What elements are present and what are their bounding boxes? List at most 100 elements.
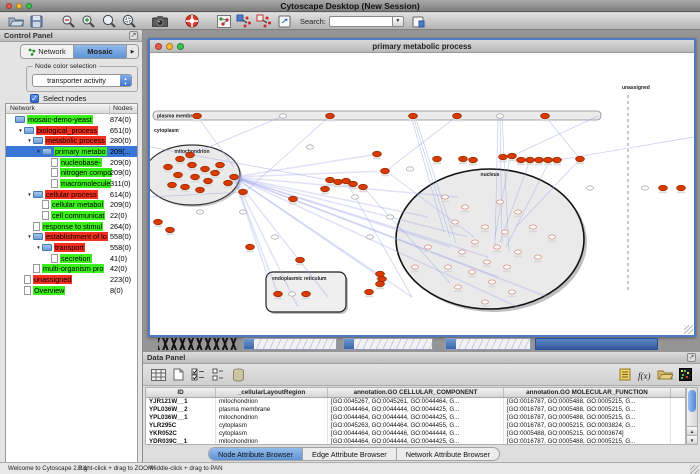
network-node[interactable] — [494, 245, 501, 249]
network-node[interactable] — [433, 156, 442, 162]
expander-icon[interactable]: ▼ — [17, 128, 24, 133]
network-window-titlebar[interactable]: primary metabolic process — [150, 40, 694, 53]
network-node[interactable] — [445, 265, 452, 269]
network-node[interactable] — [289, 196, 298, 202]
float-panel-icon[interactable]: ↗ — [129, 31, 138, 40]
network-node[interactable] — [296, 257, 305, 263]
select-attributes-button[interactable] — [188, 366, 208, 383]
zoom-fit-button[interactable] — [98, 14, 118, 29]
collapsed-network-window[interactable] — [243, 338, 337, 350]
new-attribute-button[interactable] — [168, 366, 188, 383]
table-row[interactable]: YLR295Ccytoplasm[GO:0045263, GO:0044464,… — [146, 422, 685, 430]
network-node[interactable] — [526, 157, 535, 163]
network-node[interactable] — [515, 250, 522, 254]
scrollbar-thumb[interactable] — [688, 390, 696, 412]
tree-row[interactable]: ▼cellular process614(0) — [6, 189, 137, 200]
network-node[interactable] — [239, 189, 248, 195]
export-image-button[interactable] — [150, 14, 170, 29]
network-canvas[interactable]: plasma membranecytoplasmmitochondrionnuc… — [150, 53, 694, 335]
network-node[interactable] — [541, 113, 550, 119]
expander-icon[interactable]: ▼ — [26, 234, 33, 239]
network-node[interactable] — [386, 215, 393, 219]
network-node[interactable] — [246, 244, 255, 250]
network-node[interactable] — [201, 166, 210, 172]
tree-row[interactable]: ▼transport558(0) — [6, 242, 137, 253]
network-node[interactable] — [530, 225, 537, 229]
tab-mosaic[interactable]: Mosaic — [74, 45, 127, 58]
network-node[interactable] — [196, 187, 205, 193]
tree-row[interactable]: multi-organism pro42(0) — [6, 264, 137, 275]
table-scrollbar[interactable]: ▲ ▼ — [686, 387, 698, 445]
network-node[interactable] — [211, 170, 220, 176]
network-node[interactable] — [406, 167, 413, 171]
network-node[interactable] — [484, 260, 491, 264]
tree-row[interactable]: ▼biological_process651(0) — [6, 125, 137, 136]
expander-icon[interactable]: ▼ — [26, 192, 33, 197]
table-row[interactable]: YJR121W__1mitochondrion[GO:0045267, GO:0… — [146, 398, 685, 406]
tree-row[interactable]: nitrogen compo209(0) — [6, 167, 137, 178]
network-node[interactable] — [239, 210, 246, 214]
select-nodes-checkbox[interactable]: ✓ — [30, 94, 39, 103]
network-node[interactable] — [181, 184, 190, 190]
network-node[interactable] — [306, 145, 313, 149]
attribute-table[interactable]: ID_cellularLayoutRegionannotation.GO CEL… — [145, 387, 686, 445]
table-column-header[interactable]: ID — [146, 388, 216, 397]
table-row[interactable]: YPL036W__2plasma membrane[GO:0044464, GO… — [146, 406, 685, 414]
network-node[interactable] — [677, 185, 686, 191]
table-column-header[interactable] — [671, 388, 685, 397]
network-node[interactable] — [271, 235, 278, 239]
tree-row[interactable]: cellular metabol209(0) — [6, 200, 137, 211]
network-node[interactable] — [274, 291, 283, 297]
tab-overflow-arrow[interactable]: ▶ — [127, 45, 138, 58]
network-node[interactable] — [326, 177, 335, 183]
network-node[interactable] — [544, 157, 553, 163]
expander-icon[interactable]: ▼ — [35, 245, 42, 250]
tree-row[interactable]: macromolecule311(0) — [6, 178, 137, 189]
network-node[interactable] — [191, 174, 200, 180]
network-node[interactable] — [549, 235, 556, 239]
network-node[interactable] — [469, 157, 478, 163]
network-node[interactable] — [459, 250, 466, 254]
network-node[interactable] — [154, 219, 163, 225]
network-node[interactable] — [351, 195, 358, 199]
tree-row[interactable]: ▼metabolic process280(0) — [6, 135, 137, 146]
zoom-selected-button[interactable] — [118, 14, 138, 29]
network-node[interactable] — [496, 114, 503, 118]
matrix-view-button[interactable] — [675, 366, 695, 383]
collapsed-window-titlebar[interactable] — [535, 338, 658, 350]
network-node[interactable] — [504, 265, 511, 269]
import-network-table-button[interactable] — [254, 14, 274, 29]
network-node[interactable] — [326, 113, 335, 119]
color-attribute-dropdown[interactable]: transporter activity ▲▼ — [32, 74, 132, 87]
network-node[interactable] — [168, 182, 177, 188]
attribute-list-button[interactable] — [208, 366, 228, 383]
network-node[interactable] — [193, 113, 202, 119]
network-node[interactable] — [472, 240, 479, 244]
network-node[interactable] — [462, 205, 469, 209]
network-node[interactable] — [164, 164, 173, 170]
tab-network-attribute-browser[interactable]: Network Attribute Browser — [397, 448, 499, 460]
tab-network[interactable]: Network — [21, 45, 74, 58]
collapsed-window-decor[interactable] — [158, 338, 238, 350]
scroll-down-button[interactable]: ▼ — [687, 435, 697, 444]
collapsed-network-window[interactable] — [445, 338, 531, 350]
column-network[interactable]: Network — [10, 105, 35, 112]
import-attributes-button[interactable] — [655, 366, 675, 383]
network-node[interactable] — [230, 174, 239, 180]
table-row[interactable]: YDR039C__1mitochondrion[GO:0044464, GO:0… — [146, 438, 685, 445]
save-session-button[interactable] — [26, 14, 46, 29]
network-node[interactable] — [279, 114, 286, 118]
delete-attribute-button[interactable] — [228, 366, 248, 383]
network-node[interactable] — [459, 156, 468, 162]
network-node[interactable] — [508, 153, 517, 159]
network-node[interactable] — [334, 179, 343, 185]
network-node[interactable] — [517, 157, 526, 163]
network-node[interactable] — [381, 168, 390, 174]
network-node[interactable] — [469, 270, 476, 274]
table-column-header[interactable]: annotation.GO MOLECULAR_FUNCTION — [504, 388, 671, 397]
network-node[interactable] — [497, 200, 504, 204]
network-node[interactable] — [365, 289, 374, 295]
tree-row[interactable]: nucleobase-209(0) — [6, 157, 137, 168]
zoom-out-button[interactable] — [58, 14, 78, 29]
vizmapper-button[interactable] — [214, 14, 234, 29]
